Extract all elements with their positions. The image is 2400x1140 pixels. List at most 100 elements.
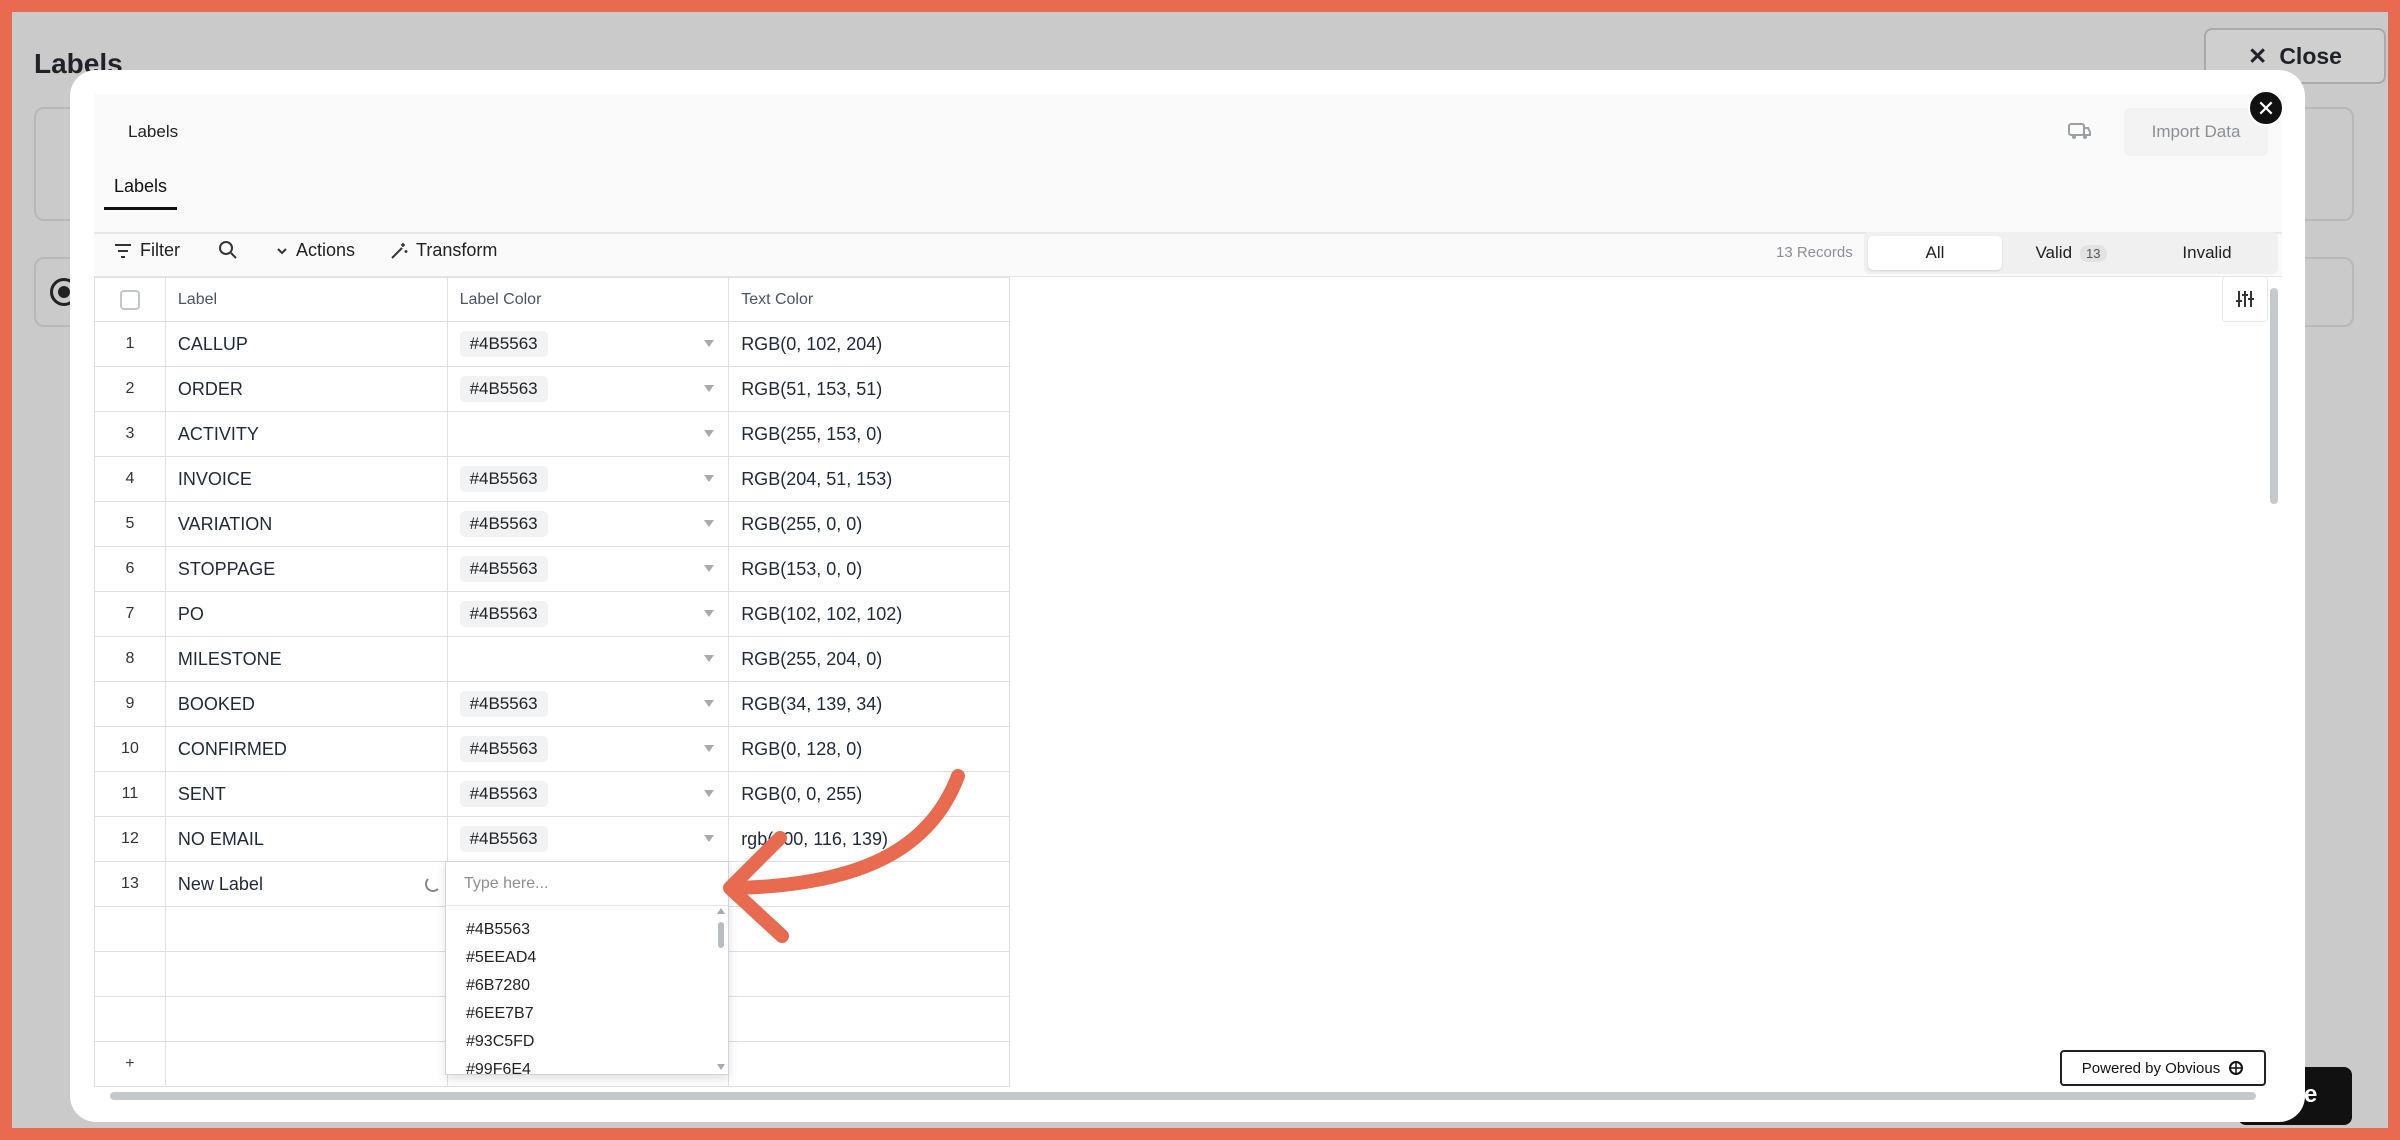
transform-button[interactable]: Transform xyxy=(390,240,497,261)
row-index-cell[interactable]: 6 xyxy=(94,546,166,592)
text-color-cell[interactable]: RGB(255, 0, 0) xyxy=(728,501,1010,547)
filter-button[interactable]: Filter xyxy=(114,240,180,261)
text-color-cell[interactable]: RGB(34, 139, 34) xyxy=(728,681,1010,727)
text-color-cell[interactable]: RGB(102, 102, 102) xyxy=(728,591,1010,637)
row-index-cell[interactable]: 4 xyxy=(94,456,166,502)
table-row[interactable]: 4 INVOICE #4B5563 RGB(204, 51, 153) xyxy=(94,456,1010,502)
chevron-down-icon[interactable] xyxy=(704,700,715,707)
add-row-button[interactable]: + xyxy=(94,1041,166,1087)
color-search-input[interactable] xyxy=(446,862,728,906)
actions-button[interactable]: Actions xyxy=(276,240,355,261)
column-header-label[interactable]: Label xyxy=(164,277,448,322)
text-color-cell[interactable]: RGB(0, 0, 255) xyxy=(728,771,1010,817)
label-cell[interactable]: ACTIVITY xyxy=(164,411,448,457)
chevron-down-icon[interactable] xyxy=(704,385,715,392)
color-option[interactable]: #5EEAD4 xyxy=(466,944,536,972)
label-cell[interactable]: CALLUP xyxy=(164,321,448,367)
label-color-cell[interactable]: #4B5563 xyxy=(446,591,730,637)
row-index-cell[interactable]: 3 xyxy=(94,411,166,457)
row-index-cell[interactable]: 13 xyxy=(94,861,166,907)
label-color-cell[interactable] xyxy=(446,636,730,682)
table-row[interactable]: 7 PO #4B5563 RGB(102, 102, 102) xyxy=(94,591,1010,637)
label-cell[interactable]: STOPPAGE xyxy=(164,546,448,592)
label-color-cell[interactable]: #4B5563 xyxy=(446,771,730,817)
color-option[interactable]: #93C5FD xyxy=(466,1028,536,1056)
import-data-button[interactable]: Import Data xyxy=(2124,108,2268,156)
label-cell[interactable]: New Label xyxy=(164,861,448,907)
color-option[interactable]: #99F6E4 xyxy=(466,1056,536,1084)
row-index-cell[interactable]: 8 xyxy=(94,636,166,682)
table-row[interactable]: 8 MILESTONE RGB(255, 204, 0) xyxy=(94,636,1010,682)
label-color-cell[interactable]: #4B5563 xyxy=(446,816,730,862)
label-color-cell[interactable]: #4B5563 xyxy=(446,726,730,772)
text-color-cell[interactable]: RGB(153, 0, 0) xyxy=(728,546,1010,592)
table-row[interactable]: 5 VARIATION #4B5563 RGB(255, 0, 0) xyxy=(94,501,1010,547)
chevron-down-icon[interactable] xyxy=(704,610,715,617)
text-color-cell[interactable]: RGB(204, 51, 153) xyxy=(728,456,1010,502)
text-color-cell[interactable]: RGB(255, 153, 0) xyxy=(728,411,1010,457)
label-cell[interactable]: ORDER xyxy=(164,366,448,412)
label-cell[interactable]: SENT xyxy=(164,771,448,817)
chevron-down-icon[interactable] xyxy=(704,565,715,572)
chevron-down-icon[interactable] xyxy=(704,520,715,527)
table-row[interactable]: 1 CALLUP #4B5563 RGB(0, 102, 204) xyxy=(94,321,1010,367)
truck-icon[interactable] xyxy=(2066,120,2092,142)
label-color-cell[interactable]: #4B5563 xyxy=(446,546,730,592)
chevron-down-icon[interactable] xyxy=(704,430,715,437)
chevron-down-icon[interactable] xyxy=(704,655,715,662)
horizontal-scrollbar[interactable] xyxy=(110,1092,2256,1100)
table-row[interactable]: 9 BOOKED #4B5563 RGB(34, 139, 34) xyxy=(94,681,1010,727)
table-row[interactable]: 10 CONFIRMED #4B5563 RGB(0, 128, 0) xyxy=(94,726,1010,772)
vertical-scrollbar[interactable] xyxy=(2270,288,2278,504)
label-color-cell[interactable]: #4B5563 xyxy=(446,321,730,367)
chevron-down-icon[interactable] xyxy=(704,340,715,347)
label-color-cell[interactable]: #4B5563 xyxy=(446,366,730,412)
search-button[interactable] xyxy=(218,240,238,260)
table-row[interactable]: 11 SENT #4B5563 RGB(0, 0, 255) xyxy=(94,771,1010,817)
table-row[interactable]: 12 NO EMAIL #4B5563 rgb(100, 116, 139) xyxy=(94,816,1010,862)
column-header-label-color[interactable]: Label Color xyxy=(446,277,730,322)
text-color-cell[interactable] xyxy=(728,861,1010,907)
row-index-cell[interactable]: 10 xyxy=(94,726,166,772)
label-cell[interactable]: INVOICE xyxy=(164,456,448,502)
chevron-down-icon[interactable] xyxy=(704,835,715,842)
powered-by-badge[interactable]: Powered by Obvious xyxy=(2060,1050,2266,1086)
label-cell[interactable]: PO xyxy=(164,591,448,637)
chevron-down-icon[interactable] xyxy=(704,475,715,482)
chevron-down-icon[interactable] xyxy=(704,790,715,797)
label-color-cell[interactable]: #4B5563 xyxy=(446,501,730,547)
label-cell[interactable]: BOOKED xyxy=(164,681,448,727)
chevron-down-icon[interactable] xyxy=(704,745,715,752)
row-index-cell[interactable]: 11 xyxy=(94,771,166,817)
label-color-cell[interactable]: #4B5563 xyxy=(446,681,730,727)
color-option[interactable]: #6EE7B7 xyxy=(466,1000,536,1028)
row-index-cell[interactable]: 12 xyxy=(94,816,166,862)
segment-valid[interactable]: Valid 13 xyxy=(2004,236,2138,270)
segment-invalid[interactable]: Invalid xyxy=(2140,236,2274,270)
column-settings-button[interactable] xyxy=(2222,276,2268,322)
dropdown-scrollbar[interactable] xyxy=(718,910,724,1070)
table-row[interactable]: 2 ORDER #4B5563 RGB(51, 153, 51) xyxy=(94,366,1010,412)
text-color-cell[interactable]: RGB(0, 128, 0) xyxy=(728,726,1010,772)
segment-all[interactable]: All xyxy=(1868,236,2002,270)
label-cell[interactable]: NO EMAIL xyxy=(164,816,448,862)
text-color-cell[interactable]: rgb(100, 116, 139) xyxy=(728,816,1010,862)
row-index-cell[interactable]: 9 xyxy=(94,681,166,727)
text-color-cell[interactable]: RGB(255, 204, 0) xyxy=(728,636,1010,682)
row-index-cell[interactable]: 7 xyxy=(94,591,166,637)
label-color-cell[interactable] xyxy=(446,411,730,457)
row-index-cell[interactable]: 5 xyxy=(94,501,166,547)
label-cell[interactable]: CONFIRMED xyxy=(164,726,448,772)
color-option[interactable]: #4B5563 xyxy=(466,916,536,944)
modal-close-button[interactable]: ✕ xyxy=(2248,90,2284,126)
text-color-cell[interactable]: RGB(51, 153, 51) xyxy=(728,366,1010,412)
row-index-cell[interactable]: 2 xyxy=(94,366,166,412)
table-row[interactable]: 6 STOPPAGE #4B5563 RGB(153, 0, 0) xyxy=(94,546,1010,592)
row-index-cell[interactable]: 1 xyxy=(94,321,166,367)
scroll-down-icon[interactable] xyxy=(717,1064,725,1070)
dropdown-scroll-thumb[interactable] xyxy=(718,922,724,948)
table-row[interactable]: 3 ACTIVITY RGB(255, 153, 0) xyxy=(94,411,1010,457)
label-color-cell[interactable]: #4B5563 xyxy=(446,456,730,502)
tab-labels[interactable]: Labels xyxy=(104,176,178,210)
column-header-text-color[interactable]: Text Color xyxy=(728,277,1010,322)
